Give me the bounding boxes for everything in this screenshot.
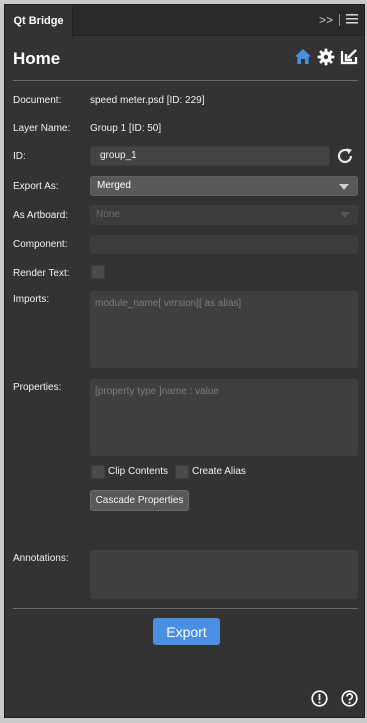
export-as-select[interactable]: Merged <box>90 176 358 196</box>
chevron-down-icon <box>340 212 350 218</box>
render-text-checkbox[interactable] <box>91 265 105 279</box>
export-button[interactable]: Export <box>153 618 220 645</box>
chevron-down-icon <box>339 184 349 190</box>
as-artboard-label: As Artboard: <box>13 210 69 221</box>
as-artboard-select: None <box>90 205 358 225</box>
component-label: Component: <box>13 239 68 250</box>
clip-contents-checkbox[interactable] <box>91 465 105 479</box>
export-icon[interactable] <box>339 47 358 66</box>
panel-tab-bar: Qt Bridge >> <box>5 5 364 36</box>
as-artboard-value: None <box>96 209 120 220</box>
help-icon[interactable] <box>341 690 358 707</box>
toolbar-divider <box>339 14 340 26</box>
header-icons <box>293 47 358 66</box>
create-alias-label: Create Alias <box>192 466 246 477</box>
refresh-icon[interactable] <box>335 146 355 166</box>
header-divider <box>13 80 358 81</box>
render-text-label: Render Text: <box>13 268 70 279</box>
properties-textarea[interactable]: [property type ]name : value <box>90 379 358 456</box>
properties-label: Properties: <box>13 382 62 393</box>
id-input[interactable]: group_1 <box>90 146 330 166</box>
alert-icon[interactable] <box>311 690 328 707</box>
document-value: speed meter.psd [ID: 229] <box>90 95 205 106</box>
layer-name-label: Layer Name: <box>13 123 71 134</box>
create-alias-checkbox[interactable] <box>175 465 189 479</box>
gear-icon[interactable] <box>316 47 335 66</box>
tab-qt-bridge[interactable]: Qt Bridge <box>5 5 73 36</box>
document-label: Document: <box>13 95 62 106</box>
panel-menu-icon[interactable] <box>346 13 358 27</box>
clip-contents-label: Clip Contents <box>108 466 169 477</box>
cascade-properties-button[interactable]: Cascade Properties <box>90 490 189 511</box>
qt-bridge-panel: Qt Bridge >> Home Document: speed meter.… <box>4 4 365 718</box>
panel-tools: >> <box>319 13 358 27</box>
export-as-value: Merged <box>97 180 131 191</box>
annotations-label: Annotations: <box>13 553 69 564</box>
annotations-textarea[interactable] <box>90 550 358 599</box>
component-field <box>90 235 358 254</box>
export-as-label: Export As: <box>13 181 59 192</box>
imports-textarea[interactable]: module_name[ version][ as alias] <box>90 291 358 368</box>
footer-icons <box>311 690 358 707</box>
id-label: ID: <box>13 151 26 162</box>
layer-name-value: Group 1 [ID: 50] <box>90 123 162 134</box>
footer-divider <box>13 608 358 609</box>
home-icon[interactable] <box>293 47 312 66</box>
expand-panel-icon[interactable]: >> <box>319 13 333 27</box>
page-title: Home <box>13 49 61 68</box>
imports-label: Imports: <box>13 294 50 305</box>
